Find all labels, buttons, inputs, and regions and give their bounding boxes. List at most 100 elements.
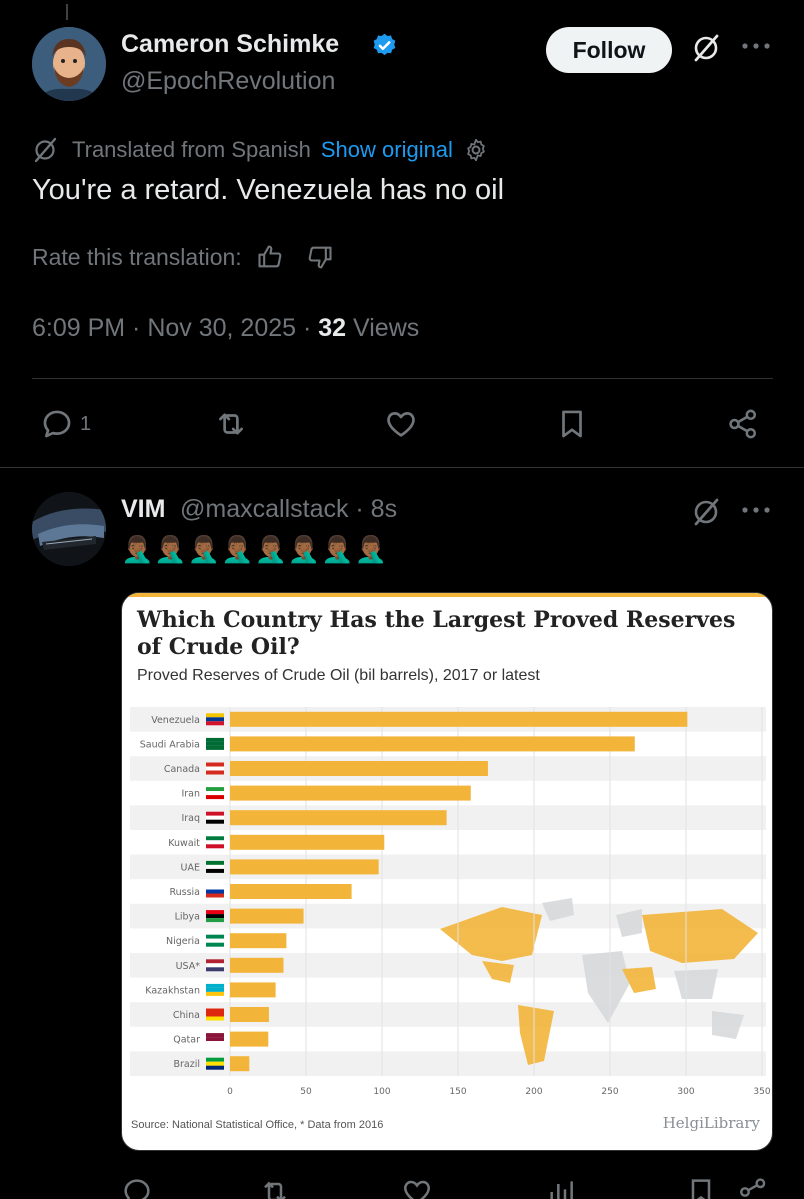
bar bbox=[230, 736, 635, 752]
bar-chart: Venezuela Saudi Arabia Canada Iran Iraq Kuwai… bbox=[130, 707, 771, 1097]
country-flag-icon bbox=[206, 885, 224, 898]
chart-brand-logo: HelgiLibrary bbox=[662, 1114, 760, 1132]
media-image[interactable]: Which Country Has the Largest Proved Res… bbox=[121, 592, 773, 1151]
bar bbox=[230, 957, 284, 973]
avatar[interactable] bbox=[32, 27, 106, 101]
heart-icon[interactable] bbox=[401, 1176, 433, 1199]
grok-translate-icon bbox=[34, 137, 57, 163]
heart-icon bbox=[387, 412, 415, 437]
category-label: Brazil bbox=[173, 1059, 200, 1070]
category-label: Iran bbox=[181, 789, 200, 800]
category-label: UAE bbox=[181, 862, 200, 873]
share-icon bbox=[729, 409, 757, 439]
like-button[interactable] bbox=[384, 404, 418, 444]
reply-button[interactable]: 1 bbox=[40, 404, 91, 444]
chart-subtitle: Proved Reserves of Crude Oil (bil barrel… bbox=[137, 667, 540, 684]
country-flag-icon bbox=[206, 762, 224, 775]
more-options-icon[interactable] bbox=[740, 36, 772, 56]
country-flag-icon bbox=[206, 1033, 224, 1046]
country-flag-icon bbox=[206, 1057, 224, 1070]
country-flag-icon bbox=[206, 787, 224, 800]
tweet-actions-bar: 1 bbox=[32, 404, 773, 444]
bar bbox=[230, 859, 379, 875]
thread-connector-line bbox=[66, 4, 68, 20]
repost-button[interactable] bbox=[214, 404, 248, 444]
rate-translation-row: Rate this translation: bbox=[32, 243, 334, 271]
bar bbox=[230, 1007, 269, 1022]
category-label: Russia bbox=[169, 887, 200, 898]
repost-icon bbox=[219, 413, 243, 435]
bar bbox=[230, 761, 488, 776]
chart-top-accent bbox=[122, 593, 772, 597]
bookmark-icon[interactable] bbox=[685, 1176, 717, 1199]
row-stripe bbox=[130, 1051, 766, 1076]
avatar[interactable] bbox=[32, 492, 106, 566]
category-label: USA* bbox=[176, 961, 201, 972]
country-flag-icon bbox=[206, 983, 224, 996]
country-flag-icon bbox=[206, 959, 224, 972]
row-stripe bbox=[130, 1002, 766, 1027]
rate-translation-label: Rate this translation: bbox=[32, 243, 242, 270]
x-tick-label: 0 bbox=[227, 1087, 233, 1097]
translation-row: Translated from Spanish Show original bbox=[32, 136, 489, 164]
map-region bbox=[674, 969, 718, 999]
category-label: China bbox=[173, 1010, 200, 1021]
thumbs-down-icon[interactable] bbox=[306, 243, 334, 271]
divider bbox=[0, 467, 804, 468]
gear-icon[interactable] bbox=[463, 137, 489, 163]
chart-title: Which Country Has the Largest Proved Res… bbox=[137, 607, 736, 660]
category-label: Saudi Arabia bbox=[140, 739, 200, 750]
user-handle[interactable]: @maxcallstack · 8s bbox=[180, 495, 397, 524]
follow-button[interactable]: Follow bbox=[546, 27, 672, 73]
repost-icon[interactable] bbox=[259, 1176, 291, 1199]
country-flag-icon bbox=[206, 860, 224, 873]
country-flag-icon bbox=[206, 737, 224, 750]
bar bbox=[230, 1056, 250, 1072]
grok-icon[interactable] bbox=[691, 33, 721, 63]
category-label: Qatar bbox=[173, 1035, 200, 1046]
timestamp[interactable]: 6:09 PM · Nov 30, 2025 · bbox=[32, 314, 318, 342]
bar bbox=[230, 933, 287, 949]
bookmark-icon bbox=[562, 410, 582, 438]
views-count: 32 bbox=[318, 314, 347, 342]
views-icon[interactable] bbox=[545, 1176, 577, 1199]
bar bbox=[230, 908, 304, 924]
x-tick-label: 300 bbox=[677, 1087, 694, 1097]
country-flag-icon bbox=[206, 910, 224, 923]
bar bbox=[230, 1031, 269, 1047]
more-options-icon[interactable] bbox=[740, 500, 772, 520]
thumbs-up-icon[interactable] bbox=[256, 243, 284, 271]
bar bbox=[230, 810, 447, 826]
divider bbox=[32, 378, 773, 379]
display-name[interactable]: VIM bbox=[121, 495, 165, 524]
category-label: Libya bbox=[175, 912, 200, 923]
tweet-actions-bar bbox=[121, 1172, 773, 1199]
bookmark-button[interactable] bbox=[555, 404, 589, 444]
chart-source: Source: National Statistical Office, * D… bbox=[131, 1119, 384, 1131]
show-original-link[interactable]: Show original bbox=[321, 137, 453, 163]
display-name[interactable]: Cameron Schimke bbox=[121, 30, 339, 59]
x-tick-label: 250 bbox=[601, 1087, 618, 1097]
reply-count: 1 bbox=[80, 412, 92, 435]
share-icon[interactable] bbox=[737, 1176, 769, 1199]
x-tick-label: 50 bbox=[300, 1087, 312, 1097]
user-handle[interactable]: @EpochRevolution bbox=[121, 67, 335, 96]
tweet-metadata: 6:09 PM · Nov 30, 2025 · 32 Views bbox=[32, 314, 419, 343]
bar bbox=[230, 982, 276, 998]
country-flag-icon bbox=[206, 1008, 224, 1021]
x-tick-label: 150 bbox=[449, 1087, 466, 1097]
reply-icon[interactable] bbox=[121, 1176, 153, 1199]
map-region bbox=[712, 1011, 744, 1039]
grok-icon[interactable] bbox=[691, 497, 721, 527]
category-label: Nigeria bbox=[166, 936, 200, 947]
bar bbox=[230, 884, 352, 899]
category-label: Canada bbox=[164, 764, 200, 775]
bar bbox=[230, 834, 385, 850]
bar bbox=[230, 785, 471, 801]
category-label: Kazakhstan bbox=[145, 985, 200, 996]
country-flag-icon bbox=[206, 836, 224, 849]
bar bbox=[230, 711, 688, 727]
x-tick-label: 100 bbox=[373, 1087, 390, 1097]
x-tick-label: 350 bbox=[753, 1087, 770, 1097]
share-button[interactable] bbox=[726, 404, 760, 444]
